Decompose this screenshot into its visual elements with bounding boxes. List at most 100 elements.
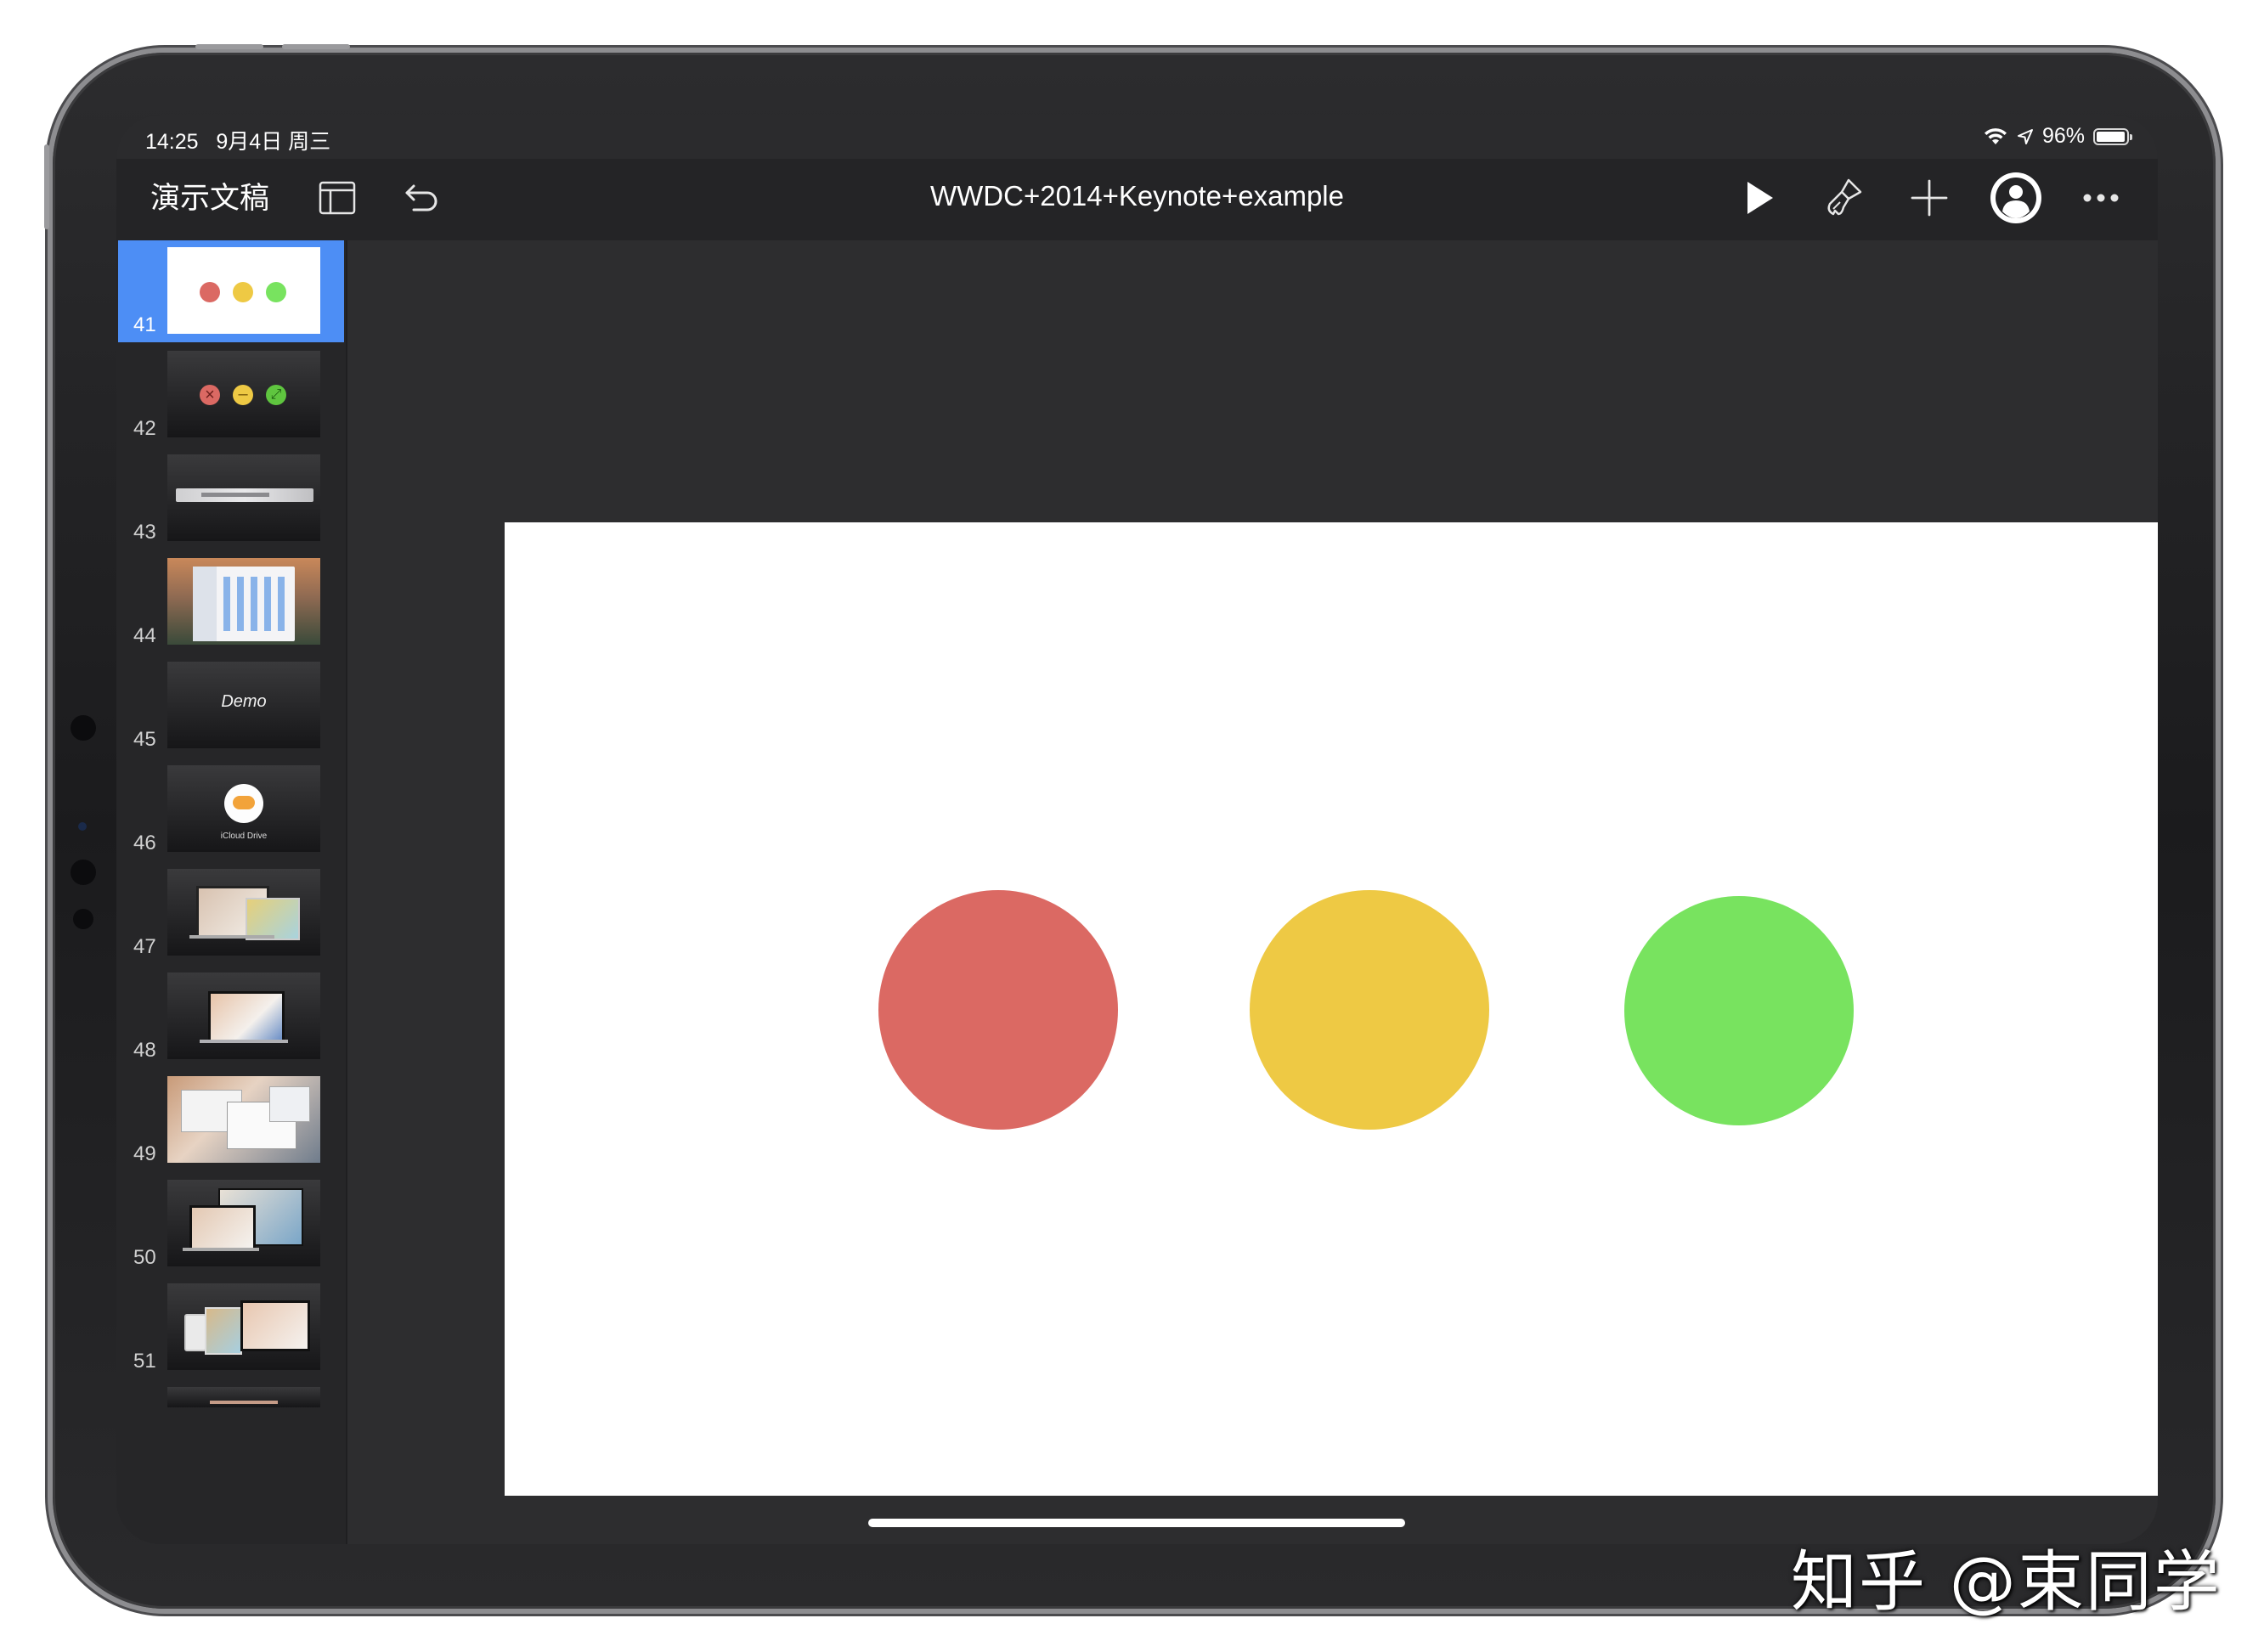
slide-preview — [167, 247, 320, 334]
slide-number: 44 — [133, 624, 156, 647]
status-time-date: 14:25 9月4日 周三 — [145, 125, 330, 155]
status-bar: 14:25 9月4日 周三 96% — [116, 115, 2158, 159]
watermark: 知乎 @束同学 — [1791, 1544, 2222, 1621]
slide-number: 50 — [133, 1246, 156, 1269]
collaborate-button[interactable] — [1987, 169, 2045, 227]
current-slide[interactable] — [505, 522, 2158, 1496]
demo-title: Demo — [221, 692, 267, 711]
slide-thumbnail-50[interactable]: 50 — [118, 1173, 344, 1275]
partial-strip — [210, 1401, 278, 1404]
icloud-caption: iCloud Drive — [220, 832, 268, 841]
ipad-screen: 14:25 9月4日 周三 96% WWDC+2014+Keynote+exam… — [116, 115, 2158, 1544]
add-button[interactable] — [1905, 174, 1953, 222]
home-indicator[interactable] — [868, 1519, 1405, 1527]
slide-number: 47 — [133, 935, 156, 958]
slide-number: 51 — [133, 1350, 156, 1373]
phone-screen — [184, 1314, 206, 1351]
slide-preview: Demo — [167, 662, 320, 748]
thumb-green-dot — [266, 282, 286, 302]
toolbar-strip-detail — [201, 493, 269, 497]
laptop-screen — [240, 1300, 310, 1351]
thumb-yellow-dot — [233, 282, 253, 302]
undo-icon — [405, 184, 438, 211]
format-brush-icon — [1827, 178, 1862, 216]
slide-thumbnail-45[interactable]: Demo 45 — [118, 655, 344, 757]
laptop-screen — [189, 1205, 256, 1251]
slide-thumbnail-44[interactable]: 44 — [118, 551, 344, 653]
close-icon: × — [200, 385, 220, 405]
slide-thumbnail-41[interactable]: 41 — [118, 240, 344, 342]
tablet-screen — [205, 1307, 242, 1355]
slide-preview: × – ⤢ — [167, 351, 320, 437]
slide-number: 46 — [133, 832, 156, 854]
status-right: 96% — [1983, 124, 2132, 149]
zoom-icon: ⤢ — [266, 385, 286, 405]
slide-thumbnail-46[interactable]: iCloud Drive 46 — [118, 758, 344, 860]
slide-preview — [167, 1076, 320, 1163]
slide-thumbnail-partial[interactable] — [118, 1380, 344, 1407]
minimize-icon: – — [233, 385, 253, 405]
battery-percent: 96% — [2041, 124, 2085, 148]
slide-thumbnail-48[interactable]: 48 — [118, 966, 344, 1068]
slide-thumbnail-51[interactable]: 51 — [118, 1277, 344, 1379]
undo-button[interactable] — [402, 178, 443, 218]
green-circle[interactable] — [1624, 896, 1854, 1125]
toolbar: WWDC+2014+Keynote+example 演示文稿 — [116, 159, 2158, 240]
slide-number: 42 — [133, 417, 156, 440]
wifi-icon — [1984, 127, 2007, 144]
top-button-left — [195, 44, 263, 49]
camera-dot — [78, 822, 87, 831]
magnet-dot — [71, 715, 96, 741]
finder-icons — [223, 577, 288, 631]
format-button[interactable] — [1821, 174, 1868, 222]
laptop-screen — [208, 991, 285, 1042]
sidebar-toggle-button[interactable] — [317, 178, 358, 218]
slide-number: 48 — [133, 1039, 156, 1062]
status-date: 9月4日 周三 — [216, 130, 331, 154]
slide-number: 41 — [133, 313, 156, 336]
slide-preview — [167, 973, 320, 1059]
location-icon — [2017, 128, 2033, 144]
slide-thumbnail-43[interactable]: 43 — [118, 448, 344, 550]
sidebar-toggle-icon — [319, 181, 356, 215]
collaborate-icon — [1990, 172, 2041, 223]
slide-number: 45 — [133, 728, 156, 751]
battery-cap — [2130, 133, 2132, 140]
slide-preview — [167, 454, 320, 541]
battery-icon — [2093, 127, 2132, 145]
finder-sidebar — [193, 567, 217, 641]
slide-thumbnail-42[interactable]: × – ⤢ 42 — [118, 344, 344, 446]
slide-number: 43 — [133, 521, 156, 544]
slide-canvas — [347, 240, 2158, 1544]
slide-number: 49 — [133, 1142, 156, 1165]
laptop-base — [183, 1248, 259, 1251]
slide-thumbnail-49[interactable]: 49 — [118, 1069, 344, 1171]
play-icon — [1747, 182, 1773, 214]
window-c — [269, 1086, 310, 1122]
magnet-dot — [73, 909, 93, 929]
more-icon — [2083, 194, 2119, 202]
laptop-base — [189, 935, 274, 939]
battery-fill — [2097, 131, 2125, 142]
slide-preview: iCloud Drive — [167, 765, 320, 852]
slide-preview — [167, 1387, 320, 1407]
magnet-dot — [71, 860, 96, 885]
slide-navigator: 41 × – ⤢ 42 43 44 Demo 45 iCloud Drive 4… — [116, 240, 347, 1544]
yellow-circle[interactable] — [1250, 890, 1489, 1130]
thumb-red-dot — [200, 282, 220, 302]
documents-button[interactable]: 演示文稿 — [150, 174, 269, 217]
red-circle[interactable] — [878, 890, 1118, 1130]
slide-thumbnail-47[interactable]: 47 — [118, 862, 344, 964]
status-time: 14:25 — [145, 130, 199, 154]
slide-preview — [167, 1180, 320, 1266]
top-button-right — [282, 44, 350, 49]
icloud-cloud-shape — [233, 796, 255, 809]
slide-preview — [167, 1283, 320, 1370]
play-button[interactable] — [1737, 176, 1781, 220]
laptop-base — [200, 1040, 288, 1043]
slide-preview — [167, 869, 320, 956]
tablet-screen — [246, 898, 300, 940]
more-button[interactable] — [2077, 176, 2125, 220]
plus-icon — [1911, 179, 1948, 217]
side-button — [44, 144, 49, 229]
